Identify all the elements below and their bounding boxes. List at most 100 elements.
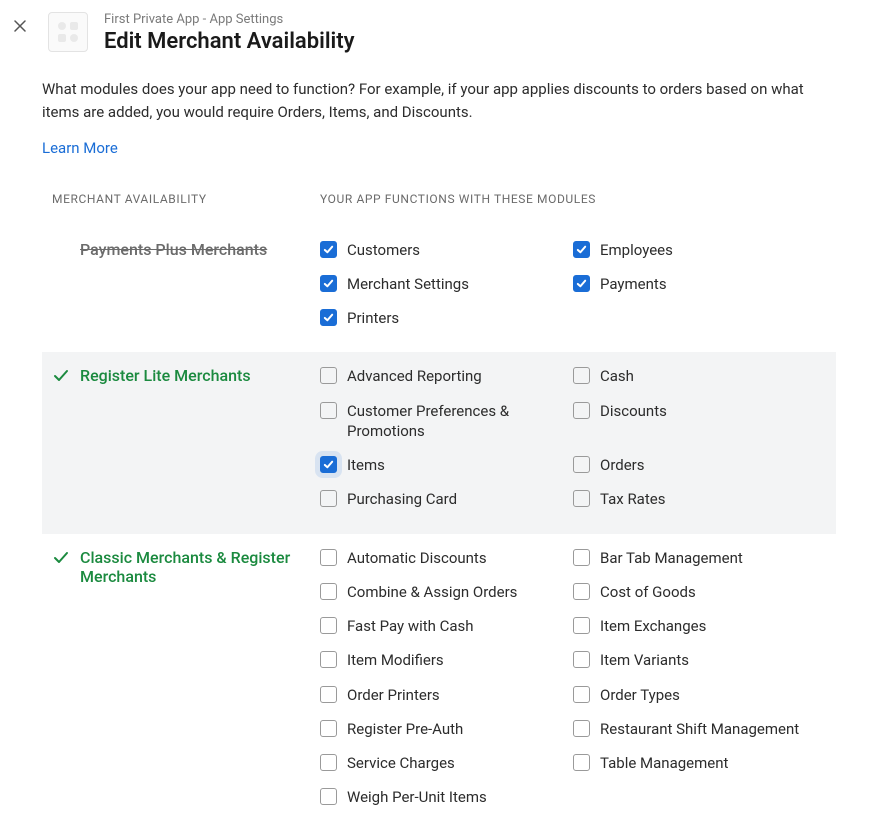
module-checkbox[interactable] [573,241,590,258]
module-item: Item Exchanges [573,616,826,636]
module-checkbox[interactable] [573,456,590,473]
column-header-modules: YOUR APP FUNCTIONS WITH THESE MODULES [320,192,826,206]
check-icon [52,550,70,566]
module-label: Payments [600,274,826,294]
module-checkbox[interactable] [573,651,590,668]
app-icon [48,12,88,52]
column-header-merchant: MERCHANT AVAILABILITY [52,192,320,206]
module-label: Orders [600,455,826,475]
module-label: Fast Pay with Cash [347,616,573,636]
module-checkbox[interactable] [320,309,337,326]
module-item: Service Charges [320,753,573,773]
module-item: Order Printers [320,685,573,705]
module-label: Register Pre-Auth [347,719,573,739]
module-checkbox[interactable] [573,583,590,600]
module-item: Automatic Discounts [320,548,573,568]
module-label: Tax Rates [600,489,826,509]
module-item: Table Management [573,753,826,773]
module-label: Item Exchanges [600,616,826,636]
module-label: Restaurant Shift Management [600,719,826,739]
tier-row: Classic Merchants & Register Merchants Au… [42,534,836,832]
merchant-name: Payments Plus Merchants [80,240,267,259]
module-checkbox[interactable] [573,617,590,634]
module-item: Order Types [573,685,826,705]
module-checkbox[interactable] [573,402,590,419]
module-label: Cash [600,366,826,386]
module-item: Fast Pay with Cash [320,616,573,636]
module-label: Automatic Discounts [347,548,573,568]
module-checkbox[interactable] [320,456,337,473]
module-checkbox[interactable] [573,754,590,771]
module-label: Items [347,455,573,475]
module-label: Purchasing Card [347,489,573,509]
module-checkbox[interactable] [320,720,337,737]
module-checkbox[interactable] [320,275,337,292]
module-checkbox[interactable] [573,686,590,703]
module-item: Merchant Settings [320,274,573,294]
module-item: Item Modifiers [320,650,573,670]
module-checkbox[interactable] [320,490,337,507]
breadcrumb: First Private App - App Settings [104,12,355,27]
module-item: Cost of Goods [573,582,826,602]
module-item: Cash [573,366,826,386]
module-label: Advanced Reporting [347,366,573,386]
module-label: Item Variants [600,650,826,670]
module-item: Advanced Reporting [320,366,573,386]
module-label: Customer Preferences & Promotions [347,401,573,442]
module-label: Table Management [600,753,826,773]
module-checkbox[interactable] [320,367,337,384]
check-icon [52,368,70,384]
module-label: Order Printers [347,685,573,705]
tier-row: Register Lite Merchants Advanced Reportin… [42,352,836,533]
module-checkbox[interactable] [320,583,337,600]
module-label: Combine & Assign Orders [347,582,573,602]
module-item: Items [320,455,573,475]
module-label: Discounts [600,401,826,421]
merchant-name: Classic Merchants & Register Merchants [80,548,304,586]
module-checkbox[interactable] [320,241,337,258]
module-item: Printers [320,308,573,328]
module-checkbox[interactable] [320,651,337,668]
module-item: Payments [573,274,826,294]
module-checkbox[interactable] [320,686,337,703]
module-label: Customers [347,240,573,260]
intro-text: What modules does your app need to funct… [42,78,836,123]
module-item: Orders [573,455,826,475]
module-checkbox[interactable] [320,402,337,419]
merchant-name: Register Lite Merchants [80,366,251,385]
module-item: Discounts [573,401,826,442]
close-icon[interactable] [12,18,28,34]
module-label: Order Types [600,685,826,705]
module-checkbox[interactable] [320,754,337,771]
module-label: Printers [347,308,573,328]
module-label: Cost of Goods [600,582,826,602]
module-checkbox[interactable] [320,788,337,805]
module-label: Merchant Settings [347,274,573,294]
module-checkbox[interactable] [320,549,337,566]
page-title: Edit Merchant Availability [104,29,355,54]
module-label: Item Modifiers [347,650,573,670]
module-item: Combine & Assign Orders [320,582,573,602]
module-label: Bar Tab Management [600,548,826,568]
module-checkbox[interactable] [573,275,590,292]
module-item: Customer Preferences & Promotions [320,401,573,442]
module-item: Tax Rates [573,489,826,509]
module-item: Register Pre-Auth [320,719,573,739]
tier-row: Payments Plus Merchants Customers Employee… [42,226,836,353]
module-item: Restaurant Shift Management [573,719,826,739]
learn-more-link[interactable]: Learn More [42,137,836,160]
module-item: Item Variants [573,650,826,670]
module-item: Customers [320,240,573,260]
module-item: Bar Tab Management [573,548,826,568]
module-checkbox[interactable] [573,367,590,384]
module-label: Service Charges [347,753,573,773]
module-checkbox[interactable] [573,720,590,737]
module-label: Weigh Per-Unit Items [347,787,573,807]
module-item: Purchasing Card [320,489,573,509]
module-label: Employees [600,240,826,260]
module-item: Employees [573,240,826,260]
module-checkbox[interactable] [573,549,590,566]
module-item: Weigh Per-Unit Items [320,787,573,807]
module-checkbox[interactable] [573,490,590,507]
module-checkbox[interactable] [320,617,337,634]
